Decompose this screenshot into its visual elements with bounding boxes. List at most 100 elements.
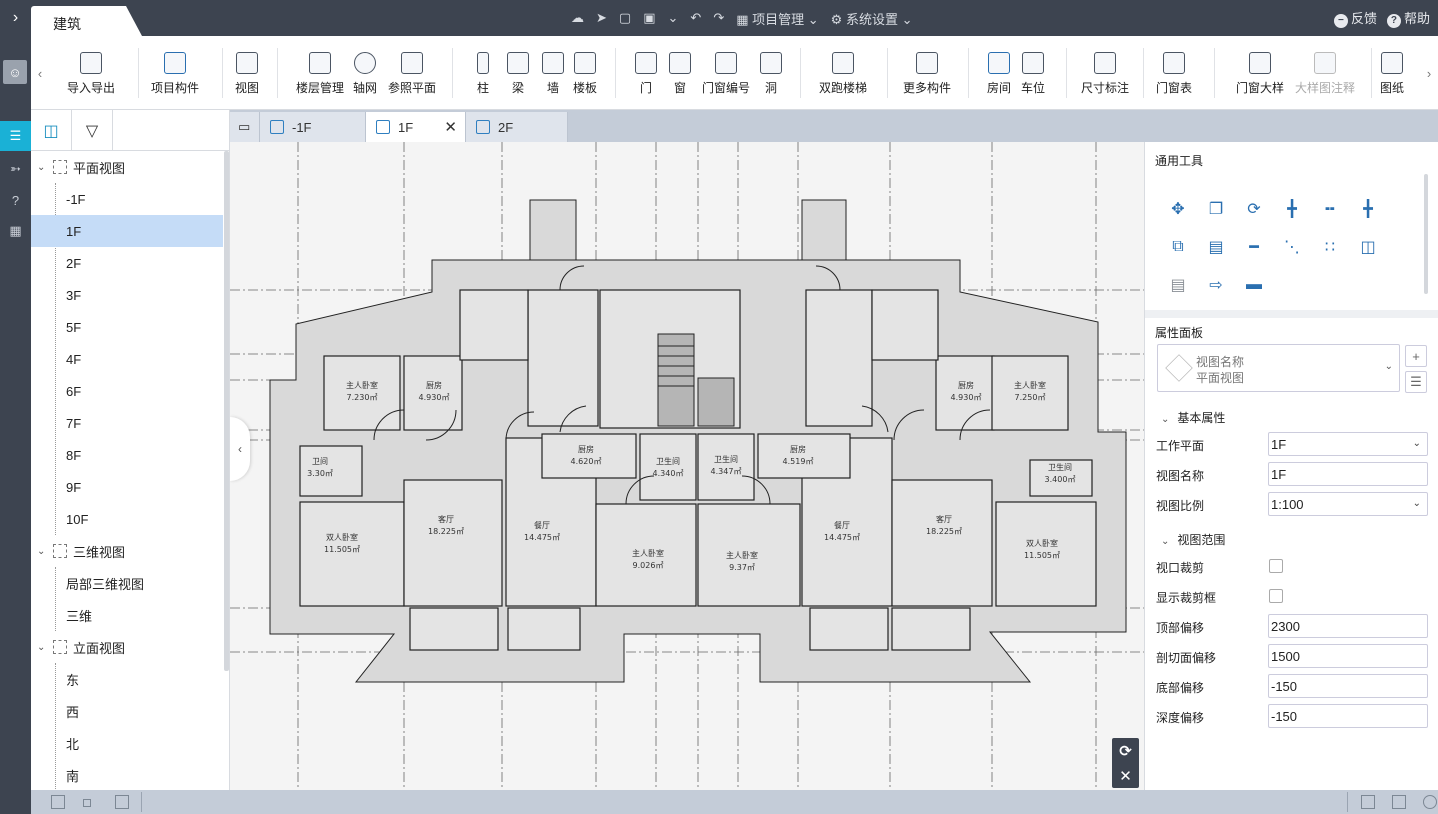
align-right-icon[interactable]: ▤ [1205, 236, 1227, 258]
system-settings-menu[interactable]: ⚙ 系统设置 ⌄ [831, 9, 913, 28]
browser-tree-tab-icon[interactable]: ◫ [31, 110, 72, 151]
tree-item[interactable]: -1F [31, 183, 223, 215]
chevron-down-icon[interactable]: ⌄ [668, 10, 679, 26]
expand-icon[interactable]: › [0, 4, 31, 32]
tree-item[interactable]: 东 [31, 663, 223, 695]
viewport-crop-checkbox[interactable] [1269, 559, 1283, 573]
axis-grid-button[interactable]: 轴网 [353, 52, 377, 102]
detail-annotation-button[interactable]: 大样图注释 [1295, 52, 1355, 102]
door-button[interactable]: 门 [635, 52, 657, 102]
import-export-button[interactable]: 导入导出 [67, 52, 115, 102]
view-button[interactable]: 视图 [235, 52, 259, 102]
project-components-button[interactable]: 项目构件 [151, 52, 199, 102]
file-icon[interactable]: ▢ [619, 10, 631, 26]
tools-scrollbar[interactable] [1424, 174, 1428, 294]
help-button[interactable]: ? 帮助 [1386, 8, 1430, 28]
room-button[interactable]: 房间 [987, 52, 1011, 102]
double-run-stair-button[interactable]: 双跑楼梯 [819, 52, 867, 102]
sheet-button[interactable]: 图纸 [1380, 52, 1404, 102]
more-components-button[interactable]: 更多构件 [903, 52, 951, 102]
tree-group-elevation[interactable]: ⌄ 立面视图 [31, 631, 223, 663]
reset-view-icon[interactable]: ⟳ [1112, 738, 1139, 763]
view-name-input[interactable]: 1F [1268, 462, 1428, 486]
drawing-canvas[interactable]: 主人卧室 7.230㎡ 厨房 4.930㎡ 厨房 4.930㎡ 主人卧室 7.2… [230, 142, 1144, 790]
tree-item[interactable]: 南 [31, 759, 223, 790]
schedule-button[interactable]: 门窗表 [1156, 52, 1192, 102]
tree-group-plan[interactable]: ⌄ 平面视图 [31, 151, 223, 183]
tree-item[interactable]: 3F [31, 279, 223, 311]
view-scale-select[interactable]: 1:100 ⌄ [1268, 492, 1428, 516]
grid-array-icon[interactable]: ∷ [1319, 236, 1341, 258]
collapse-panel-button[interactable]: ‹ [230, 417, 250, 481]
door-window-detail-button[interactable]: 门窗大样 [1236, 52, 1284, 102]
tree-item[interactable]: 局部三维视图 [31, 567, 223, 599]
depth-offset-input[interactable]: -150 [1268, 704, 1428, 728]
send-icon[interactable]: ➤ [596, 10, 607, 26]
door-window-tag-button[interactable]: 门窗编号 [702, 52, 750, 102]
opening-button[interactable]: 洞 [760, 52, 782, 102]
top-offset-input[interactable]: 2300 [1268, 614, 1428, 638]
add-view-button[interactable]: + [1405, 345, 1427, 367]
tab-list-button[interactable]: ▭ [230, 112, 260, 142]
cube-view-icon[interactable] [1392, 795, 1406, 809]
close-icon[interactable]: ✕ [1112, 763, 1139, 788]
tab-architecture[interactable]: 建筑 [31, 6, 142, 36]
dimension-button[interactable]: 尺寸标注 [1081, 52, 1129, 102]
tree-item[interactable]: 三维 [31, 599, 223, 631]
mirror-icon[interactable]: ◫ [1357, 236, 1379, 258]
show-crop-box-checkbox[interactable] [1269, 589, 1283, 603]
measure-icon[interactable]: ▬ [1243, 274, 1265, 296]
section-basic-properties[interactable]: ⌄ 基本属性 [1161, 409, 1225, 426]
align-icon[interactable]: ╋ [1281, 198, 1303, 220]
reference-plane-button[interactable]: 参照平面 [388, 52, 436, 102]
beam-button[interactable]: 梁 [507, 52, 529, 102]
ribbon-scroll-right-icon[interactable]: › [1420, 36, 1438, 110]
zoom-icon[interactable] [1423, 795, 1437, 809]
parking-button[interactable]: 车位 [1021, 52, 1045, 102]
project-management-menu[interactable]: ▦ 项目管理 ⌄ [736, 9, 818, 28]
section-view-range[interactable]: ⌄ 视图范围 [1161, 531, 1225, 548]
tree-item-selected[interactable]: 1F [31, 215, 223, 247]
view-type-selector[interactable]: 视图名称 平面视图 ⌄ [1157, 344, 1400, 392]
filter-icon[interactable]: ▽ [72, 110, 113, 151]
tree-item[interactable]: 北 [31, 727, 223, 759]
undo-icon[interactable]: ↶ [690, 10, 701, 26]
compass-icon[interactable]: ➳ [0, 155, 31, 183]
offset-icon[interactable]: ⧉ [1167, 236, 1189, 258]
apps-grid-icon[interactable]: ▦ [0, 217, 31, 245]
tree-item[interactable]: 8F [31, 439, 223, 471]
close-icon[interactable]: ✕ [444, 118, 457, 136]
bottom-offset-input[interactable]: -150 [1268, 674, 1428, 698]
window-button[interactable]: 窗 [669, 52, 691, 102]
small-square-icon[interactable] [83, 799, 91, 807]
floor-management-button[interactable]: 楼层管理 [296, 52, 344, 102]
slab-button[interactable]: 楼板 [573, 52, 597, 102]
view-list-button[interactable]: ☰ [1405, 371, 1427, 393]
wall-button[interactable]: 墙 [542, 52, 564, 102]
help-circle-icon[interactable]: ? [0, 186, 31, 214]
tree-item[interactable]: 10F [31, 503, 223, 535]
redo-icon[interactable]: ↷ [713, 10, 724, 26]
tree-item[interactable]: 9F [31, 471, 223, 503]
tree-group-3d[interactable]: ⌄ 三维视图 [31, 535, 223, 567]
split-icon[interactable]: ╍ [1319, 198, 1341, 220]
trim-icon[interactable]: ╋ [1357, 198, 1379, 220]
cut-plane-offset-input[interactable]: 1500 [1268, 644, 1428, 668]
copy-icon[interactable]: ❐ [1205, 198, 1227, 220]
delete-icon[interactable]: ▤ [1167, 274, 1189, 296]
save-icon[interactable]: ▣ [643, 10, 655, 26]
move-icon[interactable]: ✥ [1167, 198, 1189, 220]
tree-item[interactable]: 7F [31, 407, 223, 439]
tile-view-icon[interactable] [115, 795, 129, 809]
match-icon[interactable]: ⇨ [1205, 274, 1227, 296]
doc-tab[interactable]: -1F [260, 112, 366, 142]
extend-icon[interactable]: ━ [1243, 236, 1265, 258]
tree-item[interactable]: 5F [31, 311, 223, 343]
tree-item[interactable]: 6F [31, 375, 223, 407]
list-icon[interactable]: ☰ [0, 121, 31, 151]
ribbon-scroll-left-icon[interactable]: ‹ [31, 36, 49, 110]
tree-item[interactable]: 西 [31, 695, 223, 727]
feedback-button[interactable]: − 反馈 [1333, 8, 1377, 28]
grid-view-icon[interactable] [51, 795, 65, 809]
tree-item[interactable]: 4F [31, 343, 223, 375]
